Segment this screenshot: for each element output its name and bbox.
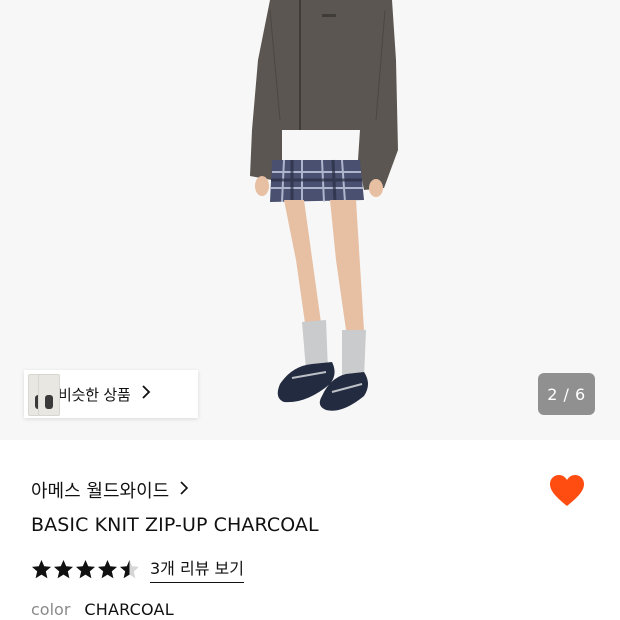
star-icon	[54, 559, 73, 578]
color-value: CHARCOAL	[84, 600, 174, 619]
rating-stars	[31, 559, 140, 580]
rating-row: 3개 리뷰 보기	[31, 555, 244, 583]
color-row: color CHARCOAL	[31, 600, 174, 619]
heart-icon[interactable]	[548, 472, 586, 510]
similar-thumbnails	[24, 370, 60, 418]
star-icon	[32, 559, 51, 578]
chevron-right-icon	[179, 480, 189, 500]
star-icon	[76, 559, 95, 578]
similar-products-button[interactable]: 비슷한 상품	[24, 370, 198, 418]
product-title: BASIC KNIT ZIP-UP CHARCOAL	[31, 514, 319, 536]
brand-link[interactable]: 아메스 월드와이드	[31, 477, 189, 503]
image-counter: 2 / 6	[538, 373, 595, 415]
brand-name: 아메스 월드와이드	[31, 481, 170, 502]
review-link[interactable]: 3개 리뷰 보기	[150, 555, 244, 583]
product-image-gallery[interactable]: 비슷한 상품 2 / 6	[0, 0, 620, 440]
similar-products-label: 비슷한 상품	[58, 385, 131, 404]
chevron-right-icon	[141, 384, 151, 404]
color-label: color	[31, 600, 71, 619]
similar-thumbnail	[38, 374, 60, 416]
star-icon	[98, 559, 117, 578]
star-icon	[120, 559, 139, 578]
